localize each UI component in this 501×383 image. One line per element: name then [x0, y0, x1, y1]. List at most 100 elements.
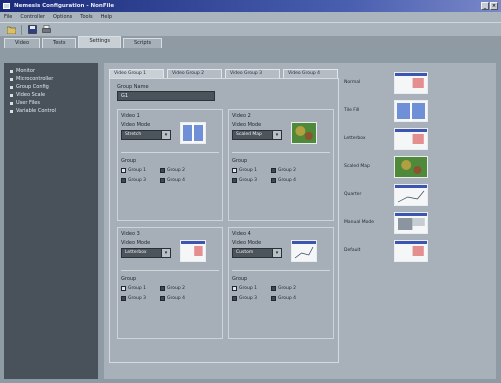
save-icon[interactable]	[27, 25, 37, 35]
video-mode-select[interactable]: Scaled Map ▾	[232, 130, 282, 140]
video-mode-thumbnail	[291, 240, 317, 262]
menu-tools[interactable]: Tools	[80, 14, 92, 20]
menu-bar: File Controller Options Tools Help	[0, 12, 501, 22]
group-checkbox-4[interactable]: Group 4	[271, 296, 296, 301]
group-name-input[interactable]: G1	[117, 91, 215, 101]
sidebar-item-group-config[interactable]: Group Config	[10, 83, 92, 91]
checkbox-icon	[271, 178, 276, 183]
menu-options[interactable]: Options	[53, 14, 72, 20]
group-checkbox-1[interactable]: Group 1	[121, 168, 146, 173]
group-checkbox-3[interactable]: Group 3	[121, 178, 146, 183]
checkbox-icon	[121, 178, 126, 183]
preview-mode-thumbnail[interactable]	[394, 212, 428, 234]
group-checkbox-1[interactable]: Group 1	[232, 286, 257, 291]
chevron-down-icon[interactable]: ▾	[161, 249, 170, 257]
main-tab-strip: Video Tests Settings Scripts	[0, 36, 501, 48]
group-checkbox-label: Group 4	[278, 178, 296, 183]
group-label: Group	[121, 158, 137, 164]
group-checkbox-2[interactable]: Group 2	[160, 168, 185, 173]
preview-mode-thumbnail[interactable]	[394, 72, 428, 94]
group-checkbox-label: Group 2	[167, 168, 185, 173]
group-checkbox-3[interactable]: Group 3	[232, 178, 257, 183]
group-checkbox-3[interactable]: Group 3	[121, 296, 146, 301]
checkbox-icon	[271, 286, 276, 291]
chevron-down-icon[interactable]: ▾	[272, 249, 281, 257]
video-mode-thumbnail	[180, 122, 206, 144]
checkbox-icon	[121, 168, 126, 173]
group-checkbox-1[interactable]: Group 1	[232, 168, 257, 173]
video-mode-select[interactable]: Letterbox ▾	[121, 248, 171, 258]
tab-video[interactable]: Video	[4, 38, 41, 48]
print-icon[interactable]	[41, 25, 51, 35]
tab-settings[interactable]: Settings	[78, 36, 121, 48]
window-title: Nemesis Configuration - NonFile	[14, 3, 115, 9]
chevron-down-icon[interactable]: ▾	[272, 131, 281, 139]
video-mode-value: Custom	[236, 250, 254, 255]
open-file-icon[interactable]	[6, 25, 16, 35]
checkbox-icon	[121, 286, 126, 291]
video-mode-select[interactable]: Custom ▾	[232, 248, 282, 258]
group-label: Group	[232, 276, 248, 282]
settings-sidebar: Monitor Microcontroller Group Config Vid…	[4, 63, 98, 379]
tab-video-group-1[interactable]: Video Group 1	[109, 69, 164, 78]
sidebar-item-variable-control[interactable]: Variable Control	[10, 107, 92, 115]
group-checkbox-2[interactable]: Group 2	[160, 286, 185, 291]
group-checkbox-label: Group 1	[128, 168, 146, 173]
group-checkbox-label: Group 2	[278, 168, 296, 173]
chevron-down-icon[interactable]: ▾	[161, 131, 170, 139]
preview-mode-label: Quarter	[344, 192, 362, 197]
bullet-icon	[10, 85, 13, 89]
tab-scripts[interactable]: Scripts	[122, 38, 163, 48]
group-checkbox-4[interactable]: Group 4	[271, 178, 296, 183]
group-checkbox-3[interactable]: Group 3	[232, 296, 257, 301]
menu-help[interactable]: Help	[101, 14, 112, 20]
group-checkbox-4[interactable]: Group 4	[160, 296, 185, 301]
menu-file[interactable]: File	[4, 14, 12, 20]
group-name-label: Group Name	[117, 84, 149, 90]
divider	[232, 152, 330, 153]
sidebar-item-monitor[interactable]: Monitor	[10, 67, 92, 75]
group-checkbox-4[interactable]: Group 4	[160, 178, 185, 183]
tab-tests[interactable]: Tests	[42, 38, 77, 48]
group-checkbox-2[interactable]: Group 2	[271, 168, 296, 173]
tab-video-group-4[interactable]: Video Group 4	[283, 69, 338, 78]
checkbox-icon	[271, 168, 276, 173]
checkbox-icon	[232, 296, 237, 301]
preview-mode-thumbnail[interactable]	[394, 184, 428, 206]
group-checkbox-1[interactable]: Group 1	[121, 286, 146, 291]
group-checkbox-label: Group 4	[167, 178, 185, 183]
video-mode-thumbnail	[180, 240, 206, 262]
checkbox-icon	[160, 286, 165, 291]
group-label: Group	[121, 276, 137, 282]
checkbox-icon	[160, 178, 165, 183]
video-mode-select[interactable]: Stretch ▾	[121, 130, 171, 140]
bullet-icon	[10, 69, 13, 73]
tab-video-group-3[interactable]: Video Group 3	[225, 69, 280, 78]
preview-mode-thumbnail[interactable]	[394, 100, 428, 122]
sidebar-item-microcontroller[interactable]: Microcontroller	[10, 75, 92, 83]
video-mode-value: Scaled Map	[236, 132, 262, 137]
bullet-icon	[10, 77, 13, 81]
minimize-button[interactable]: _	[481, 2, 489, 10]
menu-controller[interactable]: Controller	[20, 14, 45, 20]
quadrant-title: Video 4	[232, 231, 251, 237]
preview-mode-thumbnail[interactable]	[394, 240, 428, 262]
sidebar-item-label: Microcontroller	[16, 76, 54, 82]
sidebar-item-user-files[interactable]: User Files	[10, 99, 92, 107]
preview-mode-thumbnail[interactable]	[394, 156, 428, 178]
divider	[121, 270, 219, 271]
quadrant-title: Video 2	[232, 113, 251, 119]
window-controls: _ ×	[481, 2, 498, 10]
group-checkbox-2[interactable]: Group 2	[271, 286, 296, 291]
preview-mode-thumbnail[interactable]	[394, 128, 428, 150]
divider	[232, 270, 330, 271]
group-checkbox-label: Group 1	[128, 286, 146, 291]
tab-video-group-2[interactable]: Video Group 2	[167, 69, 222, 78]
settings-content: Video Group 1 Video Group 2 Video Group …	[104, 63, 496, 379]
close-button[interactable]: ×	[490, 2, 498, 10]
group-checkbox-label: Group 2	[167, 286, 185, 291]
preview-mode-label: Tile Fill	[344, 108, 360, 113]
sidebar-item-video-scale[interactable]: Video Scale	[10, 91, 92, 99]
video-mode-value: Letterbox	[125, 250, 147, 255]
video-mode-label: Video Mode	[121, 122, 151, 128]
